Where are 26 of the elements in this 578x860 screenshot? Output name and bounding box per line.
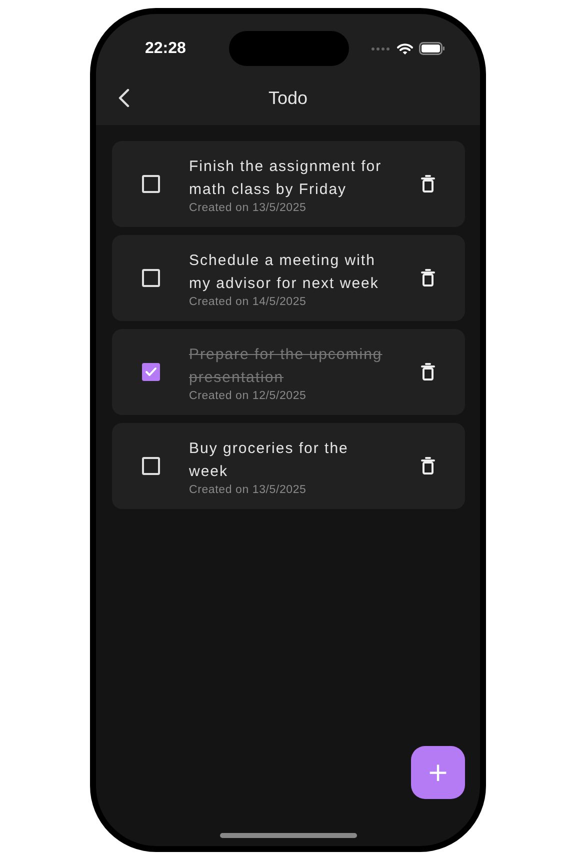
created-date: Created on 13/5/2025 (189, 202, 308, 214)
delete-button[interactable] (421, 363, 435, 381)
created-date: Created on 13/5/2025 (189, 484, 308, 496)
wifi-icon (397, 42, 413, 55)
trash-icon (421, 175, 435, 193)
checkbox[interactable] (142, 363, 160, 381)
battery-icon (419, 42, 445, 56)
delete-button[interactable] (421, 269, 435, 287)
todo-title: Finish the assignment for math class by Friday (189, 156, 383, 200)
checkmark-icon (145, 367, 157, 377)
trash-icon (421, 457, 435, 475)
status-time: 22:28 (145, 40, 187, 58)
chevron-left-icon (118, 88, 130, 108)
trash-icon (421, 269, 435, 287)
created-date: Created on 14/5/2025 (189, 296, 308, 308)
todo-title: Buy groceries for the week (189, 438, 350, 482)
delete-button[interactable] (421, 175, 435, 193)
signal-icon (371, 46, 391, 51)
todo-title: Prepare for the upcoming presentation (189, 344, 384, 388)
add-button[interactable]: + (411, 746, 465, 799)
back-button[interactable] (118, 88, 130, 108)
screen-title: Todo (268, 88, 308, 109)
delete-button[interactable] (421, 457, 435, 475)
todo-title: Schedule a meeting with my advisor for next week (189, 250, 380, 294)
trash-icon (421, 363, 435, 381)
created-date: Created on 12/5/2025 (189, 390, 308, 402)
